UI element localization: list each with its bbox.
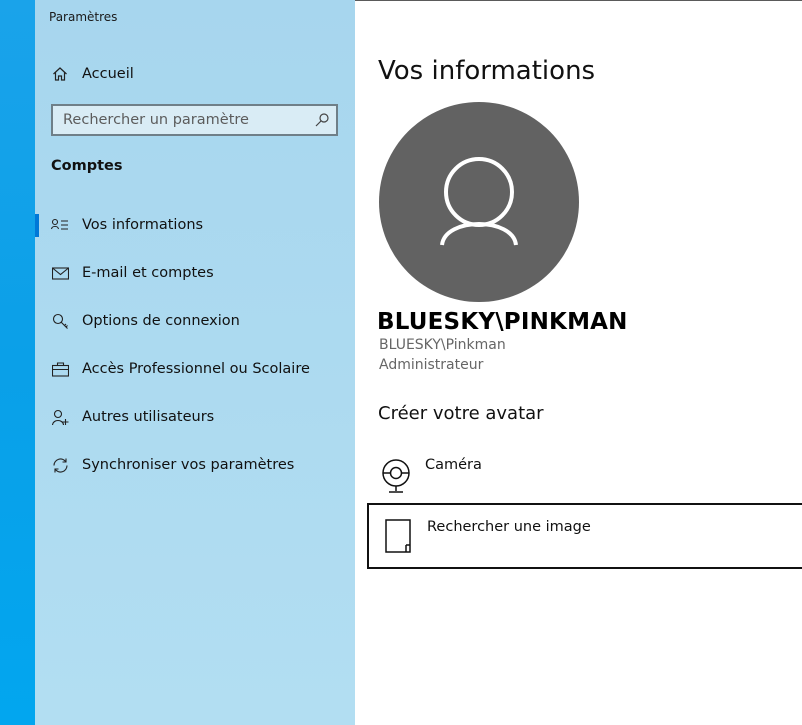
window-border [355, 0, 802, 1]
mail-icon [51, 264, 69, 282]
camera-button[interactable]: Caméra [367, 448, 802, 510]
sidebar-item-email[interactable]: E-mail et comptes [35, 253, 355, 293]
browse-image-button[interactable]: Rechercher une image [367, 503, 802, 569]
key-icon [51, 312, 69, 330]
sidebar-item-label: Vos informations [82, 217, 204, 233]
account-display-name: BLUESKY\PINKMAN [377, 309, 628, 335]
webcam-icon [381, 458, 411, 498]
desktop-background [0, 0, 35, 725]
search-input[interactable] [53, 106, 318, 134]
sidebar-item-label: Synchroniser vos paramètres [82, 457, 295, 473]
home-icon [51, 65, 69, 83]
create-avatar-heading: Créer votre avatar [378, 403, 544, 424]
sidebar-item-options-connexion[interactable]: Options de connexion [35, 301, 355, 341]
briefcase-icon [51, 360, 69, 378]
sidebar-item-acces-professionnel[interactable]: Accès Professionnel ou Scolaire [35, 349, 355, 389]
sidebar-item-autres-utilisateurs[interactable]: Autres utilisateurs [35, 397, 355, 437]
sync-icon [51, 456, 69, 474]
sidebar: Paramètres Accueil Comptes Vos informati… [35, 0, 355, 725]
sidebar-item-label: Accès Professionnel ou Scolaire [82, 361, 310, 377]
add-person-icon [51, 408, 69, 426]
sidebar-item-synchroniser[interactable]: Synchroniser vos paramètres [35, 445, 355, 485]
main-content: Vos informations BLUESKY\PINKMAN BLUESKY… [355, 0, 802, 725]
document-icon [385, 519, 413, 559]
person-list-icon [51, 216, 69, 234]
section-heading: Comptes [51, 158, 123, 174]
sidebar-item-label: E-mail et comptes [82, 265, 214, 281]
search-box[interactable] [51, 104, 338, 136]
sidebar-item-label: Autres utilisateurs [82, 409, 215, 425]
sidebar-item-label: Options de connexion [82, 313, 240, 329]
page-title: Vos informations [378, 56, 596, 86]
avatar [379, 102, 579, 302]
sidebar-item-home[interactable]: Accueil [35, 54, 355, 94]
camera-label: Caméra [425, 457, 482, 473]
sidebar-item-label: Accueil [82, 66, 134, 82]
window-title: Paramètres [49, 10, 118, 24]
account-username: BLUESKY\Pinkman [379, 337, 506, 353]
search-icon[interactable] [314, 112, 330, 128]
user-silhouette-icon [440, 157, 518, 246]
account-role: Administrateur [379, 357, 484, 373]
sidebar-item-vos-informations[interactable]: Vos informations [35, 205, 355, 245]
browse-image-label: Rechercher une image [427, 519, 591, 535]
